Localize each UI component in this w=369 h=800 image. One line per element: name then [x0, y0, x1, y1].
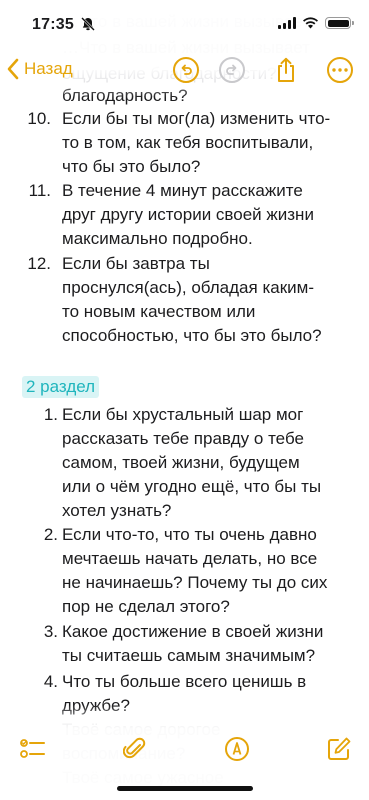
- bottom-toolbar: [0, 728, 369, 768]
- home-indicator[interactable]: [117, 786, 253, 791]
- checklist-button[interactable]: [18, 734, 48, 764]
- list-number: 1.: [43, 405, 58, 424]
- redo-button[interactable]: [218, 56, 246, 84]
- share-icon: [278, 57, 294, 82]
- list-item-text: Если бы завтра ты проснулся(ась), облада…: [62, 254, 322, 345]
- list-item-text: Если бы ты мог(ла) изменить что- то в то…: [62, 109, 331, 176]
- list-item-text: Какое достижение в своей жизни ты считае…: [62, 622, 324, 665]
- markup-button[interactable]: [222, 734, 252, 764]
- list-number: 10.: [27, 109, 51, 128]
- wifi-icon: [303, 17, 318, 29]
- more-button[interactable]: [326, 56, 354, 84]
- list-item-text: В течение 4 минут расскажите друг другу …: [62, 181, 314, 248]
- undo-button[interactable]: [172, 56, 200, 84]
- battery-icon: [325, 17, 354, 29]
- chevron-left-icon: [7, 58, 19, 80]
- share-button[interactable]: [272, 56, 300, 84]
- list-number: 4.: [43, 672, 58, 691]
- more-icon: [327, 57, 353, 83]
- list-number: 2.: [43, 525, 58, 544]
- undo-icon: [173, 57, 199, 83]
- list-number: 12.: [27, 254, 51, 273]
- status-indicators: [278, 17, 354, 29]
- compose-button[interactable]: [324, 734, 354, 764]
- navigation-bar: Назад: [0, 52, 369, 92]
- list-number: 11.: [28, 181, 51, 200]
- back-label: Назад: [24, 59, 73, 78]
- markup-pen-icon: [225, 737, 249, 761]
- list-item-text: Если что-то, что ты очень давно мечтаешь…: [62, 525, 328, 616]
- list-item-text: Что ты больше всего ценишь в дружбе?: [62, 672, 307, 715]
- status-time: 17:35: [32, 16, 74, 33]
- attachment-button[interactable]: [120, 734, 150, 764]
- redo-icon: [219, 57, 245, 83]
- silent-bell-icon: [81, 17, 95, 31]
- checklist-icon: [20, 739, 45, 758]
- list-item-text: Если бы хрустальный шар мог рассказать т…: [62, 405, 322, 520]
- list-number: 3.: [43, 622, 58, 641]
- note-content[interactable]: …Что в вашей жизни вызывает …Что в вашей…: [0, 0, 369, 800]
- status-bar: 17:35: [0, 0, 369, 44]
- cellular-signal-icon: [278, 17, 296, 29]
- back-button[interactable]: Назад: [6, 58, 73, 80]
- compose-icon: [328, 737, 351, 760]
- section-heading: 2 раздел: [22, 376, 100, 398]
- attachment-icon: [123, 737, 146, 759]
